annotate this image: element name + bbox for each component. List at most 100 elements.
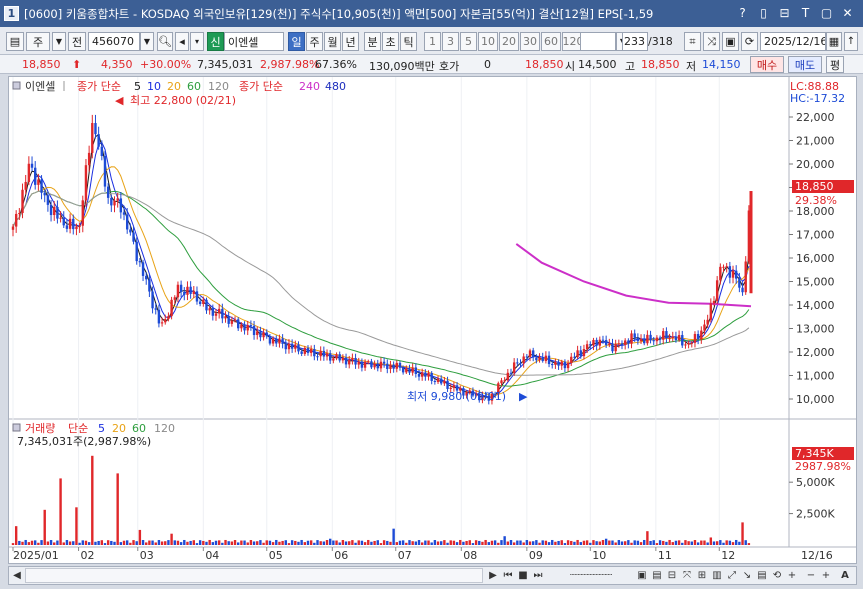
save-icon[interactable]: ▣ <box>722 32 739 51</box>
interval-3-button[interactable]: 3 <box>442 32 459 51</box>
x-tick-label: 10 <box>592 549 606 562</box>
candle-body <box>97 134 100 147</box>
chart-settings-icon[interactable]: ⌗ <box>684 32 701 51</box>
high-label: 고 <box>625 60 636 73</box>
refresh-icon[interactable]: ⟲ <box>770 568 784 583</box>
volume-bar <box>116 473 119 545</box>
date-input[interactable]: 2025/12/16 <box>760 32 826 51</box>
volume-bar <box>500 540 503 545</box>
volume-bar <box>313 542 316 545</box>
restore-icon[interactable]: ▯ <box>756 6 771 21</box>
candle-body <box>677 335 681 341</box>
candle-body <box>639 338 643 342</box>
interval-minute-button[interactable]: 분 <box>364 32 381 51</box>
volume-bar <box>265 540 268 545</box>
candle-body <box>208 308 211 311</box>
font-size-icon[interactable]: A <box>838 568 852 583</box>
interval-1-button[interactable]: 1 <box>424 32 441 51</box>
volume-bar <box>27 542 31 545</box>
crosshair-icon[interactable]: ⤨ <box>703 32 720 51</box>
code-dropdown-icon[interactable]: ▼ <box>140 32 154 51</box>
candle-body <box>440 378 443 384</box>
scroll-right-icon[interactable]: ▶ <box>487 568 499 583</box>
tile-view-icon[interactable]: ▣ <box>635 568 649 583</box>
prev-stock-icon[interactable]: ▾ <box>190 32 204 51</box>
price-volume-chart[interactable]: 22,00021,00020,00019,00018,00017,00016,0… <box>9 77 856 563</box>
calendar-icon[interactable]: ▦ <box>826 32 842 51</box>
interval-30-button[interactable]: 30 <box>520 32 540 51</box>
volume-bar <box>576 539 579 545</box>
candle-body <box>643 338 646 344</box>
line-tool-icon[interactable]: ⊞ <box>695 568 709 583</box>
grid-view-icon[interactable]: ▤ <box>650 568 664 583</box>
volume-bar <box>294 540 297 545</box>
price-pct-tag: 29.38% <box>795 194 837 207</box>
help-icon[interactable]: ? <box>735 6 750 21</box>
maximize-icon[interactable]: ▢ <box>819 6 834 21</box>
candle-body <box>430 373 433 381</box>
mode-select[interactable]: 전 <box>68 32 86 51</box>
indicator-icon[interactable]: ⊟ <box>665 568 679 583</box>
search-icon[interactable]: 🔍︎ <box>157 32 173 51</box>
volume-bar <box>420 542 424 545</box>
volume-bar <box>563 543 567 545</box>
count-input[interactable]: 233 <box>622 32 648 51</box>
candle-body <box>30 163 34 168</box>
compare-icon[interactable]: ▥ <box>710 568 724 583</box>
scroll-left-icon[interactable]: ◀ <box>11 568 23 583</box>
sell-button[interactable]: 매도 <box>788 56 822 73</box>
zoom-out-icon[interactable]: − <box>805 568 817 583</box>
chart-type-icon[interactable]: ▤ <box>755 568 769 583</box>
interval-day-button[interactable]: 일 <box>288 32 305 51</box>
buy-button[interactable]: 매수 <box>750 56 784 73</box>
interval-10-button[interactable]: 10 <box>478 32 498 51</box>
interval-20-button[interactable]: 20 <box>499 32 519 51</box>
interval-week-button[interactable]: 주 <box>306 32 323 51</box>
volume-bar <box>75 507 78 545</box>
interval-second-button[interactable]: 초 <box>382 32 399 51</box>
interval-tick-button[interactable]: 틱 <box>400 32 417 51</box>
period-select[interactable]: 주 <box>26 32 50 51</box>
font-icon[interactable]: T <box>798 6 813 21</box>
volume-bar <box>278 541 281 545</box>
candle-body <box>389 364 392 369</box>
interval-60-button[interactable]: 60 <box>541 32 561 51</box>
interval-5-button[interactable]: 5 <box>460 32 477 51</box>
zoom-slider[interactable]: ┈┈┈┈┈┈┈ <box>557 568 625 583</box>
candle-body <box>579 350 582 357</box>
speaker-icon[interactable]: ◂ <box>175 32 189 51</box>
candle-body <box>100 146 104 156</box>
volume-bar <box>14 526 18 545</box>
candle-body <box>154 308 157 310</box>
trend-icon[interactable]: ⤢ <box>725 568 739 583</box>
zoom-in-icon[interactable]: + <box>785 568 799 583</box>
volume-bar <box>747 543 751 545</box>
chart-area[interactable]: 22,00021,00020,00019,00018,00017,00016,0… <box>8 76 857 564</box>
price-tick-label: 12,000 <box>796 346 835 359</box>
measure-icon[interactable]: ↘ <box>740 568 754 583</box>
volume-bar <box>614 542 617 545</box>
tile-icon[interactable]: ⊟ <box>777 6 792 21</box>
volume-bar <box>585 540 589 545</box>
vol-legend-value: 7,345,031주(2,987.98%) <box>17 435 151 448</box>
layout-icon[interactable]: ▤ <box>6 32 24 51</box>
custom-interval-input[interactable] <box>580 32 616 51</box>
candle-body <box>623 340 627 345</box>
period-dropdown-icon[interactable]: ▼ <box>52 32 66 51</box>
chart-scrollbar[interactable]: ◀ ▶ ⏮ ■ ⏭ ┈┈┈┈┈┈┈ ▣ ▤ ⊟ ⤧ ⊞ ▥ ⤢ ↘ ▤ ⟲ + … <box>8 566 857 585</box>
scroll-start-icon[interactable]: ⏮ <box>501 568 515 583</box>
scroll-stop-icon[interactable]: ■ <box>516 568 530 583</box>
reset-icon[interactable]: ⟳ <box>741 32 758 51</box>
stock-code-input[interactable]: 456070 <box>88 32 140 51</box>
close-icon[interactable]: ✕ <box>840 6 855 21</box>
draw-tool-icon[interactable]: ⤧ <box>680 568 694 583</box>
scroll-end-icon[interactable]: ⏭ <box>531 568 545 583</box>
scroll-track[interactable] <box>25 568 483 583</box>
volume-bar <box>290 540 294 545</box>
zoom-plus-icon[interactable]: + <box>820 568 832 583</box>
evaluate-button[interactable]: 평 <box>826 56 844 73</box>
interval-month-button[interactable]: 월 <box>324 32 341 51</box>
arrow-up-icon[interactable]: ↑ <box>844 32 858 51</box>
candle-body <box>674 336 678 341</box>
interval-year-button[interactable]: 년 <box>342 32 359 51</box>
